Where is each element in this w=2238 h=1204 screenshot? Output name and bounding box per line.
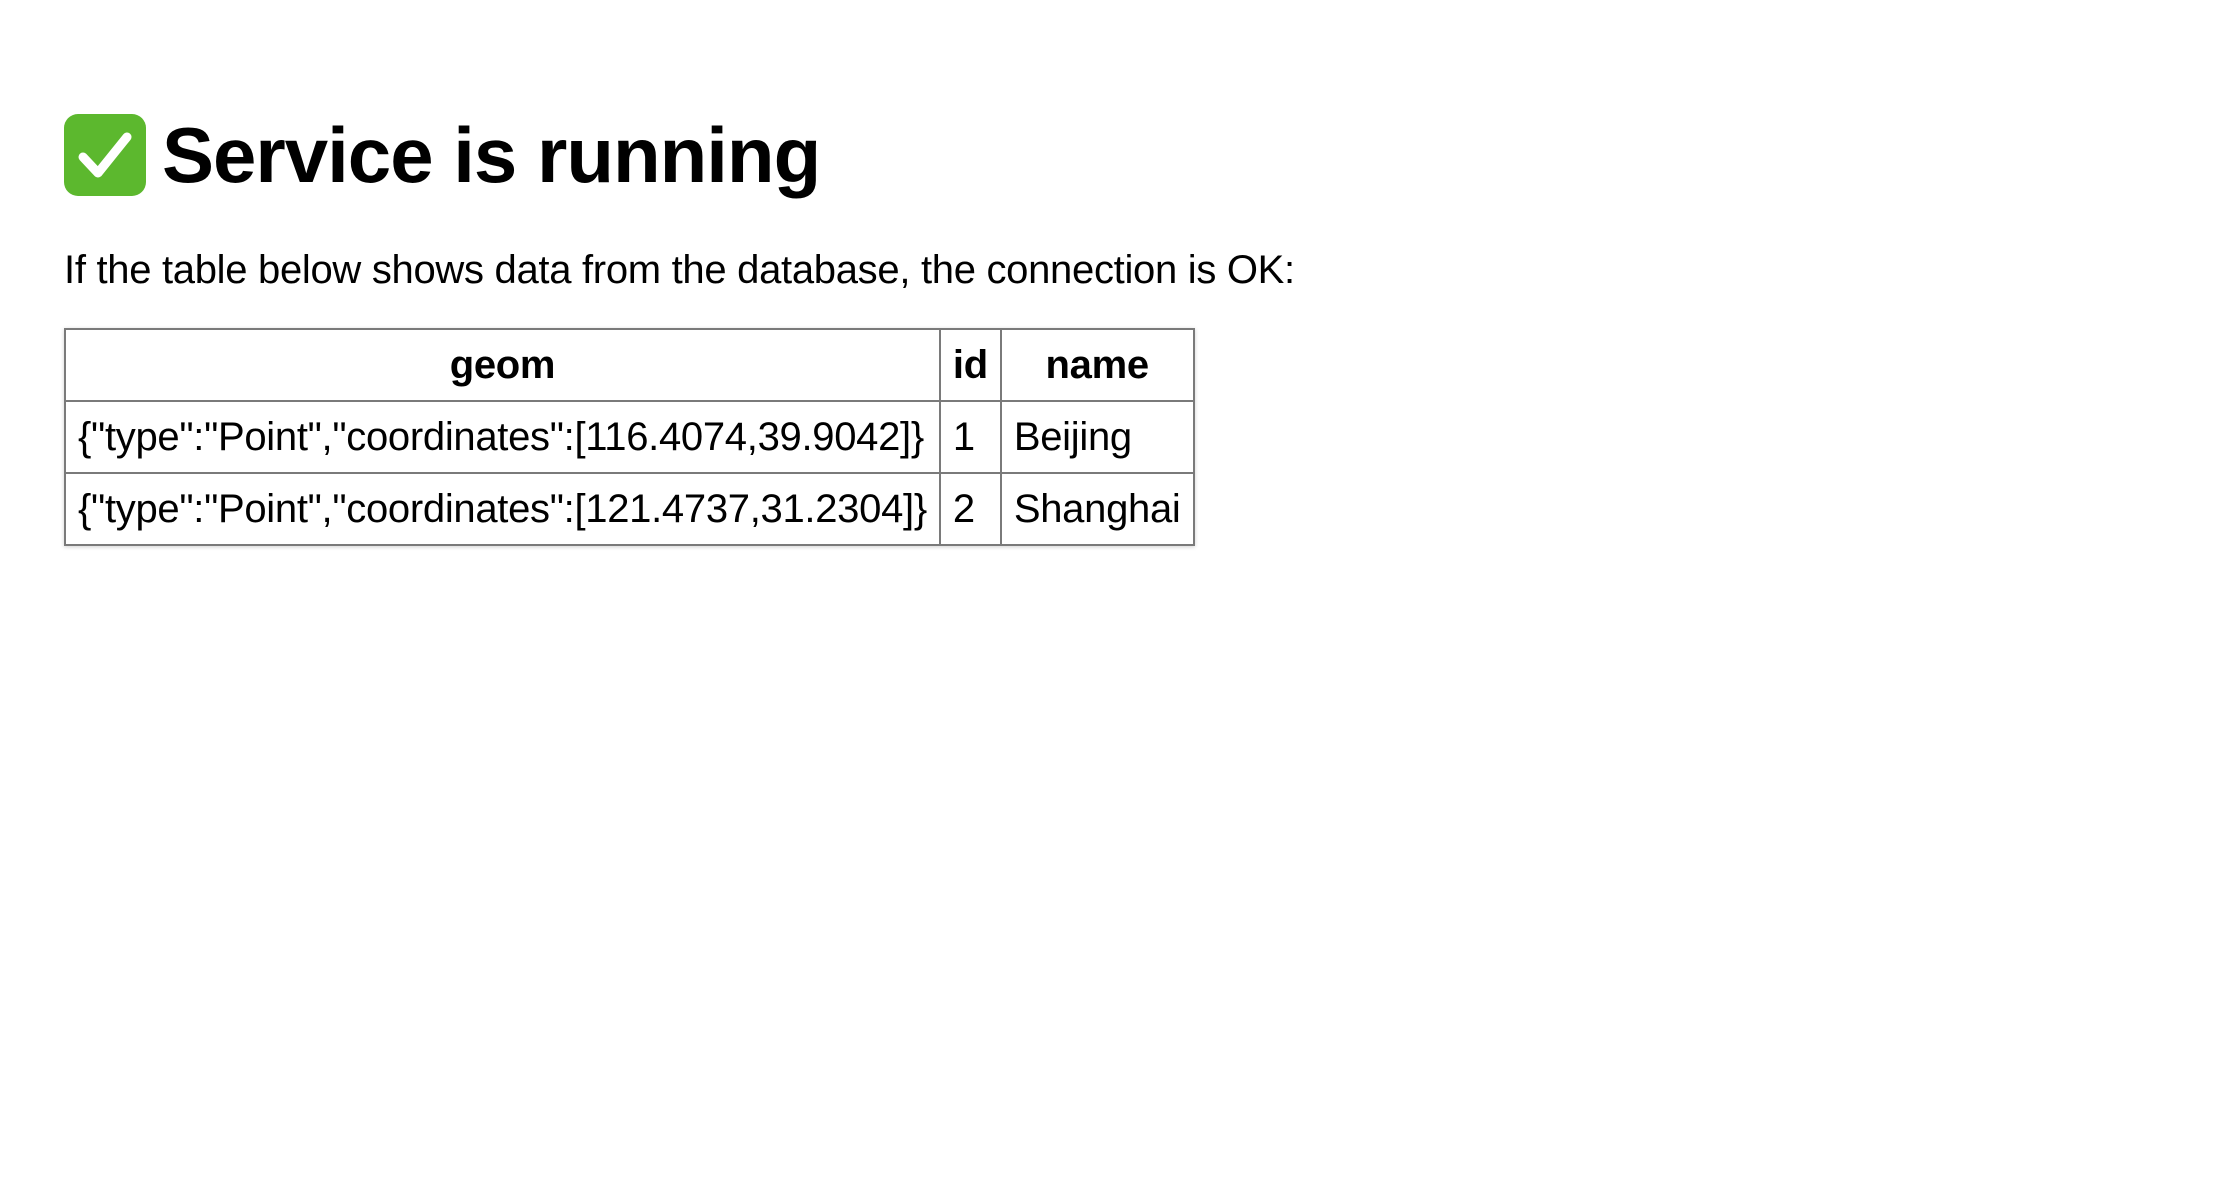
column-header-name: name: [999, 328, 1195, 402]
cell-id: 2: [938, 472, 1002, 546]
table-header: geom id name: [64, 328, 1195, 402]
check-mark-glyph: [78, 132, 132, 178]
intro-text: If the table below shows data from the d…: [64, 248, 1295, 292]
check-mark-icon: [64, 114, 146, 196]
cell-geom: {"type":"Point","coordinates":[121.4737,…: [64, 472, 941, 546]
data-table: geom id name {"type":"Point","coordinate…: [64, 328, 1195, 546]
column-header-id: id: [938, 328, 1002, 402]
table-body: {"type":"Point","coordinates":[116.4074,…: [64, 400, 1195, 546]
title-row: Service is running: [64, 108, 1295, 202]
cell-geom: {"type":"Point","coordinates":[116.4074,…: [64, 400, 941, 474]
table-header-row: geom id name: [64, 328, 1195, 402]
cell-name: Beijing: [999, 400, 1195, 474]
column-header-geom: geom: [64, 328, 941, 402]
cell-id: 1: [938, 400, 1002, 474]
page-content: Service is running If the table below sh…: [64, 108, 1295, 546]
table-row: {"type":"Point","coordinates":[116.4074,…: [64, 400, 1195, 474]
page-title: Service is running: [162, 111, 821, 199]
cell-name: Shanghai: [999, 472, 1195, 546]
table-row: {"type":"Point","coordinates":[121.4737,…: [64, 472, 1195, 546]
